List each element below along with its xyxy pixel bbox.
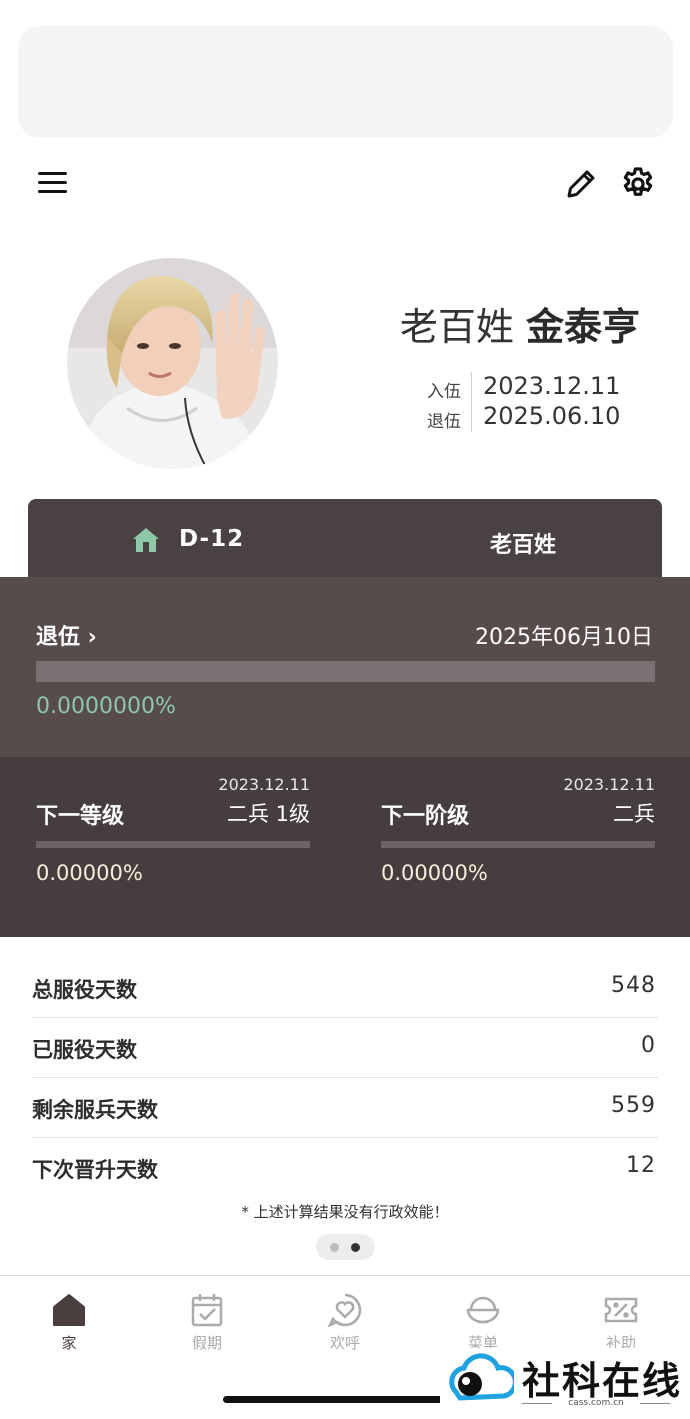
nav-home[interactable]: 家: [0, 1276, 138, 1352]
next-stage-date: 2023.12.11: [563, 775, 655, 794]
next-stage-progress-bar: [381, 841, 655, 848]
stat-row-total-days: 总服役天数 548: [32, 958, 658, 1018]
top-bar: [0, 158, 690, 208]
nav-menu[interactable]: 菜单: [414, 1276, 552, 1352]
next-stage-title: 下一阶级: [381, 804, 470, 829]
cloud-eye-logo-icon: [449, 1353, 514, 1401]
next-level-percent: 0.00000%: [36, 861, 143, 885]
nav-leave[interactable]: 假期: [138, 1276, 276, 1352]
stat-value: 559: [611, 1093, 656, 1118]
stat-label: 总服役天数: [32, 978, 137, 1002]
nav-label: 欢呼: [329, 1334, 360, 1352]
service-dates: 入伍 退伍 2023.12.11 2025.06.10: [427, 370, 647, 434]
next-level-progress-bar: [36, 841, 310, 848]
page-dot-1[interactable]: [330, 1243, 339, 1252]
rice-bowl-icon: [466, 1296, 500, 1324]
page-dot-2-active[interactable]: [351, 1243, 360, 1252]
discharge-link[interactable]: 退伍 ›: [36, 619, 97, 651]
discharge-date: 2025.06.10: [483, 402, 621, 430]
coupon-icon: [604, 1297, 638, 1323]
rank-prefix: 老百姓: [399, 305, 514, 349]
next-stage-rank: 二兵: [613, 802, 655, 826]
next-level-date: 2023.12.11: [218, 775, 310, 794]
pencil-edit-icon[interactable]: [563, 166, 599, 202]
enlist-label: 入伍: [427, 382, 461, 402]
profile-name: 老百姓 金泰亨: [400, 296, 640, 351]
soldier-name: 金泰亨: [525, 305, 640, 349]
chevron-right-icon: ›: [87, 625, 97, 650]
home-icon: [53, 1294, 85, 1326]
watermark: 社科在线 cass.com.cn: [440, 1348, 690, 1419]
ad-banner[interactable]: [18, 26, 673, 138]
nav-subsidy[interactable]: 补助: [552, 1276, 690, 1352]
heart-bubble-icon: [327, 1293, 362, 1328]
calendar-check-icon: [191, 1294, 223, 1327]
watermark-subtext: cass.com.cn: [568, 1398, 624, 1408]
tab-rank[interactable]: 老百姓: [490, 527, 556, 559]
next-stage-card: 2023.12.11 下一阶级 二兵 0.00000%: [381, 757, 655, 937]
stat-row-remaining-days: 剩余服兵天数 559: [32, 1078, 658, 1138]
nav-label: 家: [61, 1334, 77, 1352]
nav-label: 假期: [191, 1334, 222, 1352]
home-indicator-bar[interactable]: [223, 1396, 468, 1403]
watermark-text: 社科在线: [522, 1358, 683, 1403]
stat-label: 剩余服兵天数: [32, 1098, 158, 1122]
discharge-panel: 退伍 › 2025年06月10日 0.0000000%: [0, 577, 690, 757]
date-divider: [471, 372, 472, 432]
next-level-card: 2023.12.11 下一等级 二兵 1级 0.00000%: [36, 757, 310, 937]
stat-row-next-promotion-days: 下次晋升天数 12: [32, 1138, 658, 1198]
profile-avatar[interactable]: [67, 258, 278, 469]
home-icon: [133, 528, 159, 552]
discharge-progress-bar: [36, 661, 655, 682]
tab-dday[interactable]: D-12: [179, 526, 244, 552]
gear-settings-icon[interactable]: [619, 165, 657, 203]
discharge-percent: 0.0000000%: [36, 694, 176, 719]
stat-row-served-days: 已服役天数 0: [32, 1018, 658, 1078]
nav-cheer[interactable]: 欢呼: [276, 1276, 414, 1352]
status-tab-bar: D-12 老百姓: [28, 499, 662, 579]
discharge-label: 退伍: [427, 412, 461, 432]
discharge-full-date: 2025年06月10日: [475, 625, 653, 650]
enlist-date: 2023.12.11: [483, 372, 621, 400]
next-level-title: 下一等级: [36, 804, 125, 829]
stat-value: 0: [641, 1033, 656, 1058]
next-level-rank: 二兵 1级: [226, 802, 310, 826]
next-stage-percent: 0.00000%: [381, 861, 488, 885]
stat-value: 548: [611, 973, 656, 998]
hamburger-menu-icon[interactable]: [38, 170, 68, 196]
stat-label: 已服役天数: [32, 1038, 137, 1062]
stat-value: 12: [626, 1153, 656, 1178]
next-promotion-panel: 2023.12.11 下一等级 二兵 1级 0.00000% 2023.12.1…: [0, 757, 690, 937]
stat-label: 下次晋升天数: [32, 1158, 158, 1182]
discharge-title: 退伍: [36, 625, 81, 650]
page-indicator[interactable]: [316, 1234, 375, 1260]
disclaimer-note: * 上述计算结果没有行政效能！: [241, 1203, 449, 1221]
service-stats-list: 总服役天数 548 已服役天数 0 剩余服兵天数 559 下次晋升天数 12: [32, 958, 658, 1198]
